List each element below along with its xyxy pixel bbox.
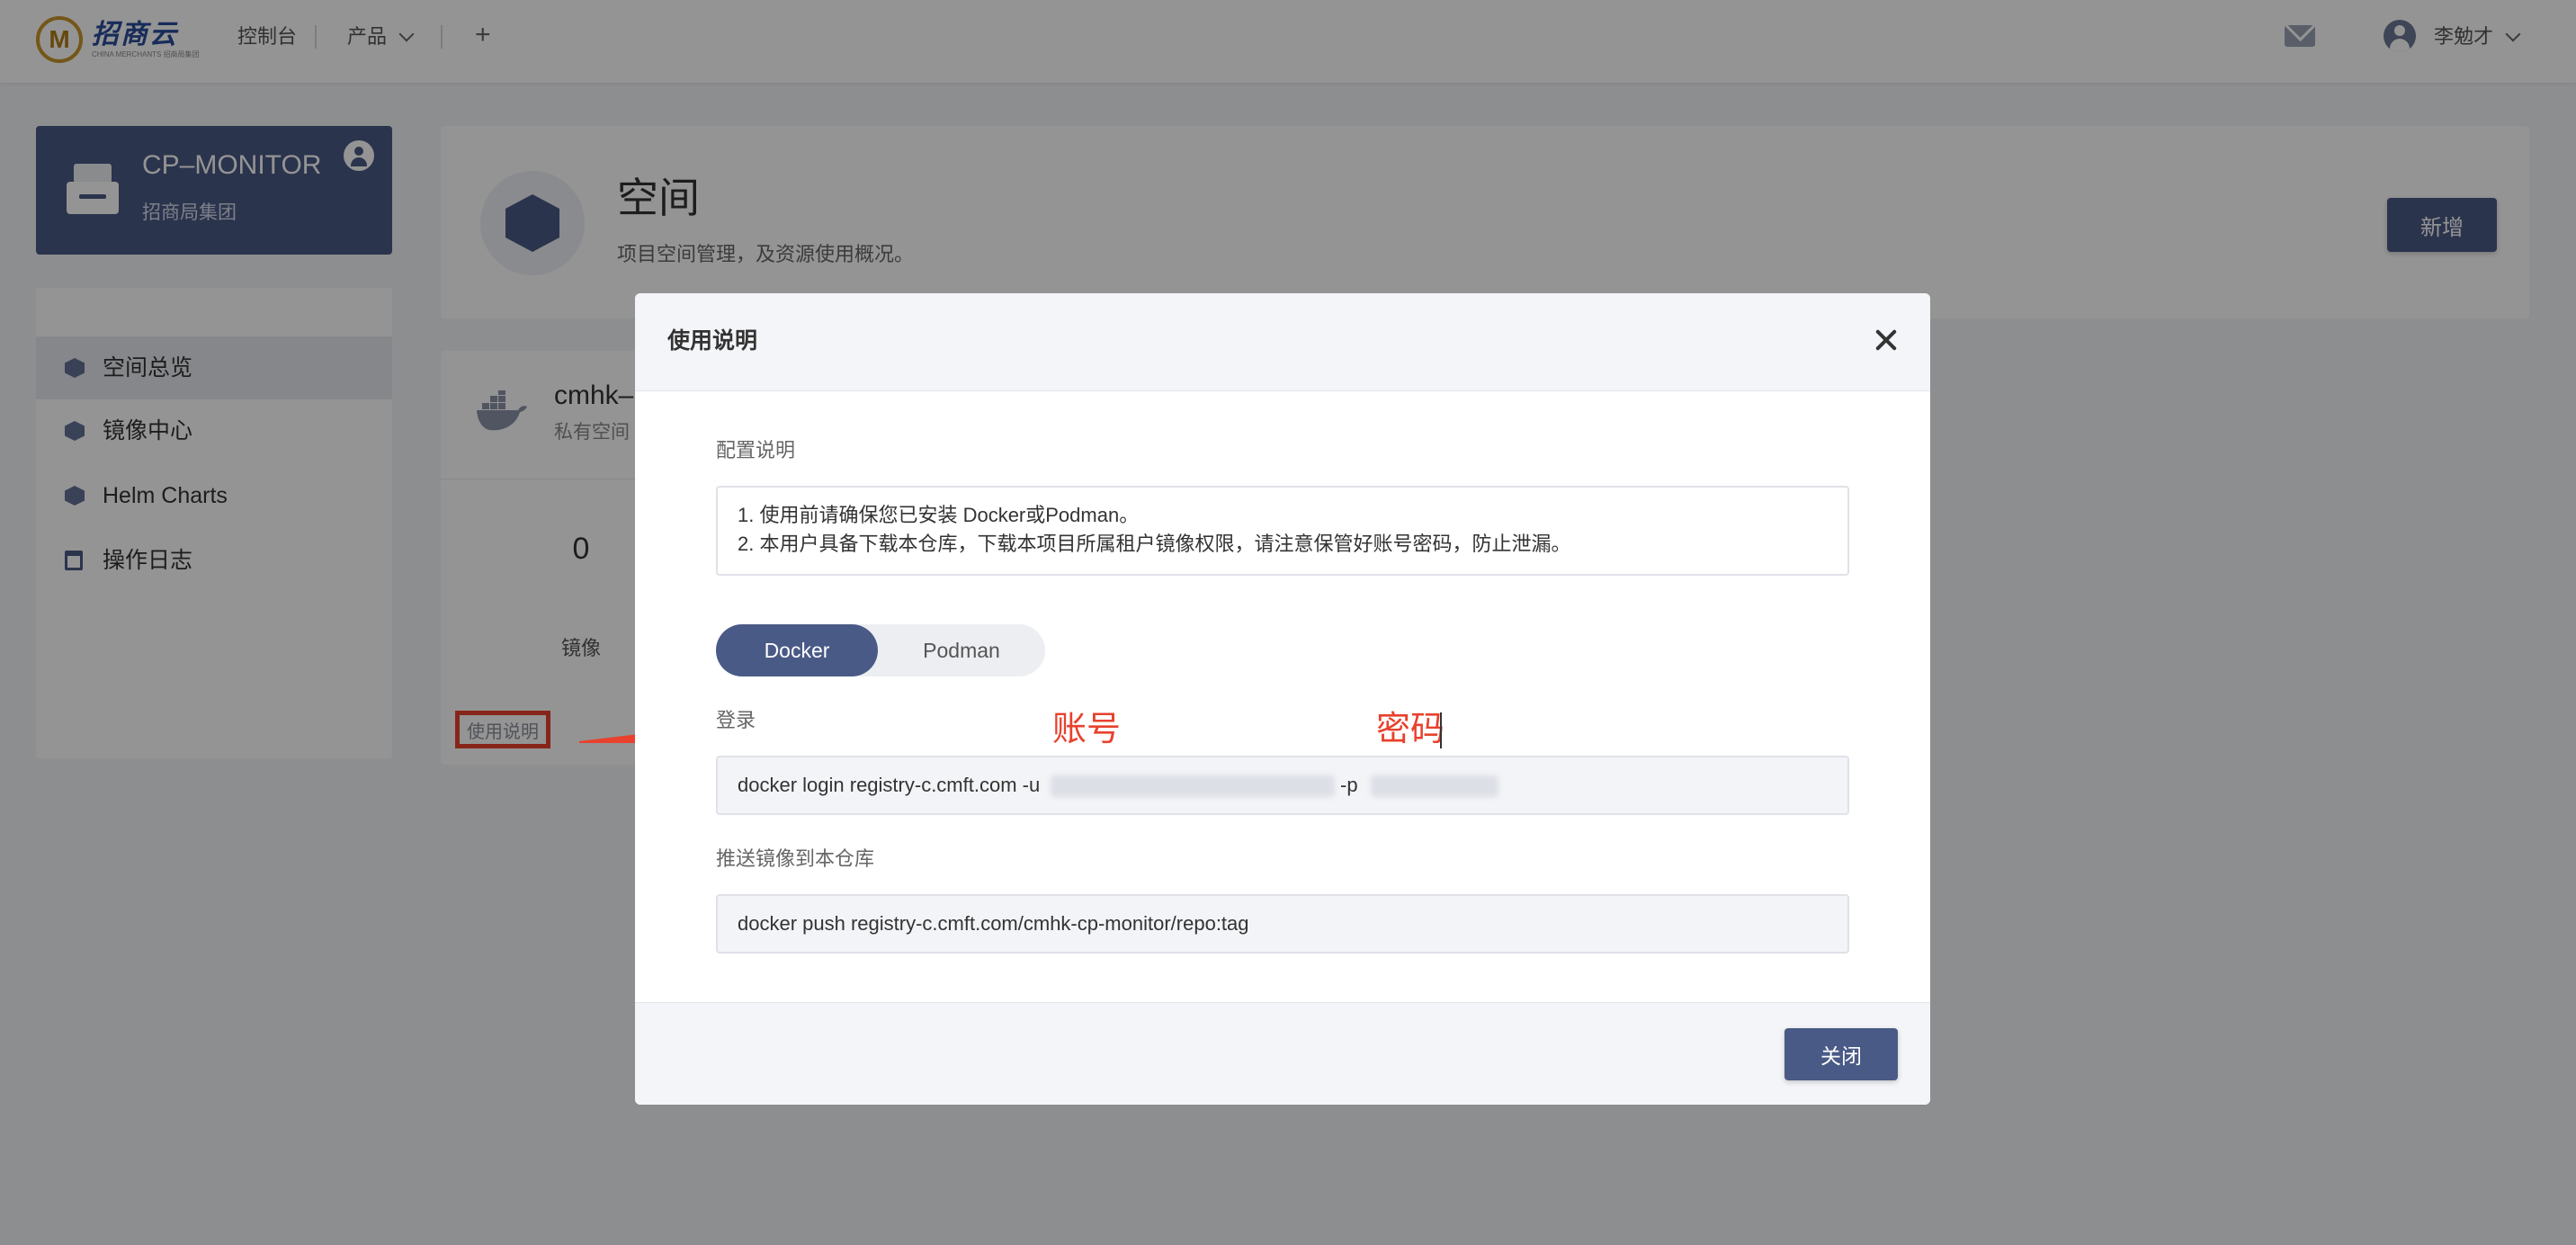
modal-title: 使用说明 [667,328,758,354]
close-button[interactable]: 关闭 [1784,1028,1898,1080]
push-label: 推送镜像到本仓库 [716,847,875,870]
note-line: 2. 本用户具备下载本仓库，下载本项目所属租户镜像权限，请注意保管好账号密码，防… [738,533,1571,555]
login-command-p-flag: -p [1340,774,1358,796]
modal-footer: 关闭 [635,1002,1930,1105]
login-command-field[interactable]: docker login registry-c.cmft.com -u -p [716,756,1849,815]
annotation-account: 账号 [1052,711,1122,748]
close-icon[interactable] [1869,324,1901,356]
runtime-tabs: Docker Podman [716,624,1045,676]
tab-docker[interactable]: Docker [716,624,878,676]
tab-podman[interactable]: Podman [878,624,1045,676]
push-command-field[interactable]: docker push registry-c.cmft.com/cmhk-cp-… [716,894,1849,954]
modal-header: 使用说明 [635,293,1930,391]
note-line: 1. 使用前请确保您已安装 Docker或Podman。 [738,504,1140,526]
redacted-password [1371,775,1498,797]
redacted-account [1051,775,1335,797]
text-cursor [1440,712,1442,748]
config-notes: 1. 使用前请确保您已安装 Docker或Podman。 2. 本用户具备下载本… [716,486,1849,576]
annotation-password: 密码 [1376,711,1445,748]
usage-modal: 使用说明 配置说明 1. 使用前请确保您已安装 Docker或Podman。 2… [635,293,1930,1105]
push-command: docker push registry-c.cmft.com/cmhk-cp-… [738,912,1249,935]
config-label: 配置说明 [716,439,796,461]
login-label: 登录 [716,709,756,731]
login-command-prefix: docker login registry-c.cmft.com -u [738,774,1041,796]
